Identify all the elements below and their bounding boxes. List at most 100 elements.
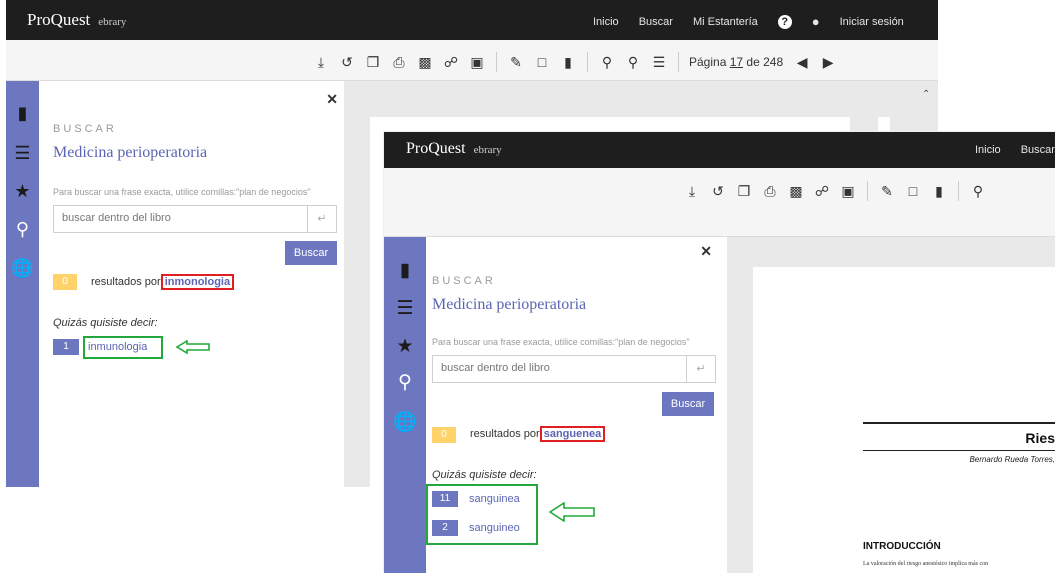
toolbar-divider xyxy=(867,181,868,201)
panel-heading: BUSCAR xyxy=(53,123,117,135)
search-input[interactable]: buscar dentro del libro ↵ xyxy=(432,355,716,383)
title-rule-bottom xyxy=(863,450,1055,451)
copy-chapter-icon[interactable]: ↺ xyxy=(334,54,360,71)
nav-mi-estanteria[interactable]: Mi Estantería xyxy=(693,16,758,28)
search-panel: ✕ BUSCAR Medicina perioperatoria Para bu… xyxy=(426,237,716,573)
document-title: Ries xyxy=(1025,430,1055,446)
nav-login[interactable]: Iniciar sesión xyxy=(840,16,904,28)
top-nav: Inicio Buscar Mi Estantería ? ● Iniciar … xyxy=(593,14,924,29)
bookmark-icon[interactable]: ▮ xyxy=(926,183,952,200)
zoom-out-icon[interactable]: ⚲ xyxy=(965,183,991,200)
star-icon[interactable]: ★ xyxy=(384,335,426,358)
logo-subtext: ebrary xyxy=(473,144,502,156)
search-button[interactable]: Buscar xyxy=(285,241,337,265)
book-title: Medicina perioperatoria xyxy=(53,144,208,161)
copy-chapter-icon[interactable]: ↺ xyxy=(705,183,731,200)
globe-icon[interactable]: 🌐 xyxy=(384,410,426,434)
toolbar-divider xyxy=(958,181,959,201)
link-icon[interactable]: ☍ xyxy=(438,54,464,71)
search-icon[interactable]: ⚲ xyxy=(6,219,39,240)
download-icon[interactable]: ⤓ xyxy=(308,54,334,71)
search-icon[interactable]: ⚲ xyxy=(384,371,426,394)
copy-icon[interactable]: ❐ xyxy=(731,183,757,200)
body-text: La valoración del riesgo anestésico impl… xyxy=(863,561,989,567)
book-icon[interactable]: ▮ xyxy=(384,259,426,282)
note-icon[interactable]: □ xyxy=(900,183,926,199)
page-view-icon[interactable]: ☰ xyxy=(646,54,672,71)
close-icon[interactable]: ✕ xyxy=(326,91,338,108)
nav-inicio[interactable]: Inicio xyxy=(593,16,619,28)
enter-icon[interactable]: ↵ xyxy=(686,356,715,382)
search-hint: Para buscar una frase exacta, utilice co… xyxy=(432,337,690,347)
contents-icon[interactable]: ☰ xyxy=(6,143,39,164)
document-author: Bernardo Rueda Torres, xyxy=(969,455,1055,464)
close-icon[interactable]: ✕ xyxy=(700,243,712,260)
did-you-mean-label: Quizás quisiste decir: xyxy=(53,317,158,329)
nav-inicio[interactable]: Inicio xyxy=(975,144,1001,156)
help-icon[interactable]: ? xyxy=(777,14,792,29)
proquest-logo[interactable]: ProQuest ebrary xyxy=(27,10,126,30)
top-nav: Inicio Buscar xyxy=(975,144,1055,156)
did-you-mean-label: Quizás quisiste decir: xyxy=(432,469,537,481)
highlight-icon[interactable]: ✎ xyxy=(503,54,529,71)
star-icon[interactable]: ★ xyxy=(6,181,39,202)
toolbar-divider xyxy=(678,52,679,72)
toolbar-divider xyxy=(496,52,497,72)
search-placeholder: buscar dentro del libro xyxy=(62,212,171,224)
panel-heading: BUSCAR xyxy=(432,275,496,287)
top-bar: ProQuest ebrary Inicio Buscar xyxy=(384,132,1055,168)
book-title: Medicina perioperatoria xyxy=(432,296,587,313)
scroll-up-icon[interactable]: ⌃ xyxy=(922,89,930,100)
add-note-icon[interactable]: ▩ xyxy=(412,54,438,71)
search-placeholder: buscar dentro del libro xyxy=(441,362,550,374)
bookmark-icon[interactable]: ▮ xyxy=(555,54,581,71)
proquest-logo[interactable]: ProQuest ebrary xyxy=(406,140,502,158)
zoom-out-icon[interactable]: ⚲ xyxy=(594,54,620,71)
reader-toolbar: ⤓ ↺ ❐ ⎙ ▩ ☍ ▣ ✎ □ ▮ ⚲ xyxy=(384,168,1055,237)
add-note-icon[interactable]: ▩ xyxy=(783,183,809,200)
screenshot-right: ProQuest ebrary Inicio Buscar ⤓ ↺ ❐ ⎙ ▩ ☍… xyxy=(384,132,1055,573)
page-number-input[interactable]: 17 xyxy=(730,55,743,69)
nav-buscar[interactable]: Buscar xyxy=(639,16,673,28)
results-count-badge: 0 xyxy=(432,427,456,443)
page-label: Página xyxy=(689,55,727,69)
nav-buscar[interactable]: Buscar xyxy=(1021,144,1055,156)
green-highlight-box xyxy=(426,484,538,545)
contents-icon[interactable]: ☰ xyxy=(384,297,426,320)
toolbar-icons: ⤓ ↺ ❐ ⎙ ▩ ☍ ▣ ✎ □ ▮ ⚲ xyxy=(679,181,991,201)
zoom-in-icon[interactable]: ⚲ xyxy=(620,54,646,71)
document-viewer: Ries Bernardo Rueda Torres, INTRODUCCIÓN… xyxy=(727,237,1055,573)
toolbar-icons: ⤓ ↺ ❐ ⎙ ▩ ☍ ▣ ✎ □ ▮ ⚲ ⚲ ☰ Página 17 de 2… xyxy=(308,52,841,72)
cite-icon[interactable]: ▣ xyxy=(464,54,490,71)
note-icon[interactable]: □ xyxy=(529,54,555,70)
search-input[interactable]: buscar dentro del libro ↵ xyxy=(53,205,337,233)
print-icon[interactable]: ⎙ xyxy=(386,54,412,71)
results-line: resultados por sanguenea xyxy=(470,426,606,442)
copy-icon[interactable]: ❐ xyxy=(360,54,386,71)
prev-page-icon[interactable]: ◀ xyxy=(789,54,815,71)
print-icon[interactable]: ⎙ xyxy=(757,183,783,200)
document-page: Ries Bernardo Rueda Torres, INTRODUCCIÓN… xyxy=(753,267,1055,573)
enter-icon[interactable]: ↵ xyxy=(307,206,336,232)
logo-subtext: ebrary xyxy=(98,16,127,28)
search-term-highlighted: sanguenea xyxy=(539,426,606,442)
highlight-icon[interactable]: ✎ xyxy=(874,183,900,200)
globe-icon[interactable]: 🌐 xyxy=(6,258,39,279)
next-page-icon[interactable]: ▶ xyxy=(815,54,841,71)
search-term-highlighted: inmonologia xyxy=(160,274,235,290)
top-bar: ProQuest ebrary Inicio Buscar Mi Estanter… xyxy=(6,0,938,40)
suggestion-count: 1 xyxy=(53,339,79,355)
book-icon[interactable]: ▮ xyxy=(6,103,39,124)
user-icon[interactable]: ● xyxy=(812,14,820,29)
results-prefix: resultados por xyxy=(91,276,161,288)
download-icon[interactable]: ⤓ xyxy=(679,183,705,200)
side-rail: ▮ ☰ ★ ⚲ 🌐 xyxy=(384,237,426,573)
page-total: de 248 xyxy=(746,55,784,69)
cite-icon[interactable]: ▣ xyxy=(835,183,861,200)
side-rail: ▮ ☰ ★ ⚲ 🌐 xyxy=(6,81,39,487)
green-arrow-icon xyxy=(549,502,595,522)
logo-text: ProQuest xyxy=(27,10,91,29)
link-icon[interactable]: ☍ xyxy=(809,183,835,200)
search-button[interactable]: Buscar xyxy=(662,392,714,416)
toolbar-divider xyxy=(587,52,588,72)
